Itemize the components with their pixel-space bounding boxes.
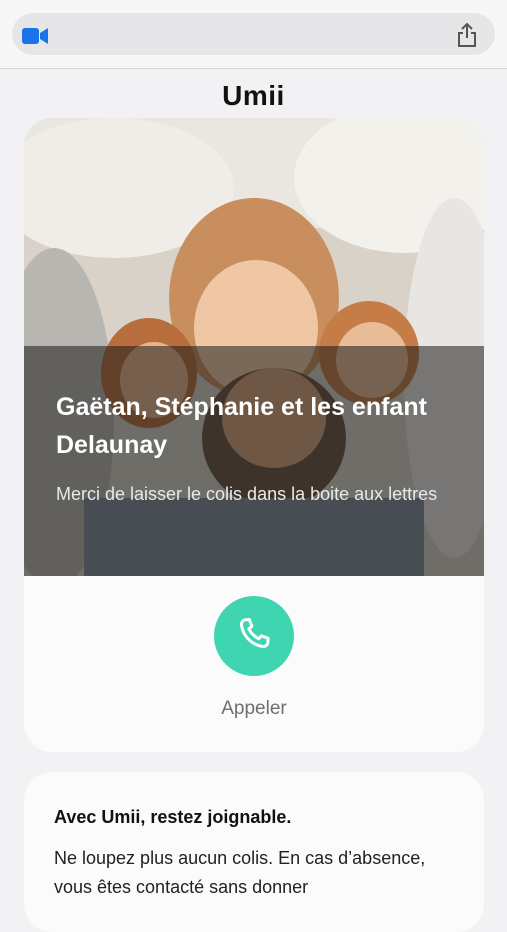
phone-icon [234,614,274,659]
info-body: Ne loupez plus aucun colis. En cas d’abs… [54,848,426,897]
profile-message: Merci de laisser le colis dans la boite … [56,484,438,504]
call-button[interactable] [214,596,294,676]
video-camera-icon[interactable] [22,27,48,45]
share-icon[interactable] [456,22,478,48]
call-label: Appeler [221,698,287,719]
profile-card: Gaëtan, Stéphanie et les enfant Delaunay… [24,118,484,752]
address-bar[interactable] [12,13,495,55]
info-card: Avec Umii, restez joignable. Ne loupez p… [24,772,484,932]
browser-toolbar [0,0,507,69]
profile-name: Gaëtan, Stéphanie et les enfant Delaunay [56,393,427,459]
brand-title: Umii [222,80,285,111]
info-title: Avec Umii, restez joignable. [54,807,292,827]
